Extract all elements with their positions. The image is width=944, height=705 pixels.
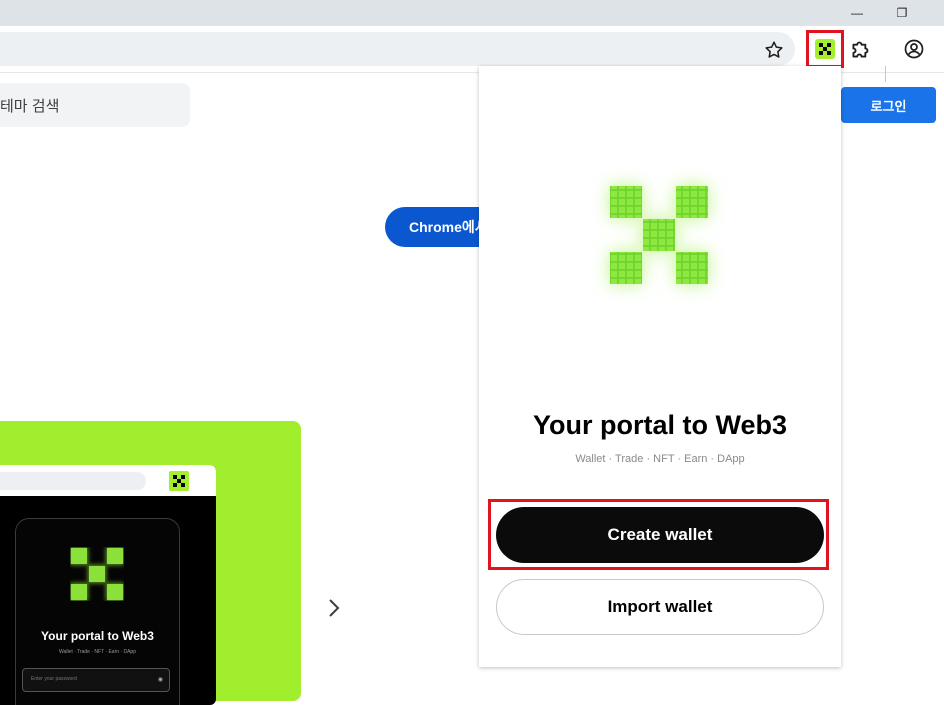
mock-wallet-panel: Your portal to Web3 Wallet · Trade · NFT… [15,518,180,705]
star-icon[interactable] [763,39,785,61]
minimize-icon: — [851,6,863,20]
toolbar-separator [885,66,886,82]
okx-extension-button[interactable] [806,30,844,68]
minimize-button[interactable]: — [837,0,877,26]
window-titlebar: — ❐ [0,0,944,26]
import-wallet-button[interactable]: Import wallet [496,579,824,635]
puzzle-icon[interactable] [848,36,874,62]
mock-password-placeholder: Enter your password [31,676,77,682]
mock-password-input: Enter your password ◉ [22,668,170,692]
promo-screenshot: Your portal to Web3 Wallet · Trade · NFT… [0,465,216,705]
mock-okx-icon [169,471,189,491]
chevron-right-icon[interactable] [324,596,344,620]
okx-extension-icon [815,39,835,59]
search-placeholder: 테마 검색 [0,98,60,115]
login-button[interactable]: 로그인 [841,87,936,123]
address-bar[interactable] [0,32,795,66]
eye-icon: ◉ [157,677,163,683]
create-wallet-button[interactable]: Create wallet [496,507,824,563]
theme-search-input[interactable]: 테마 검색 [0,83,190,127]
mock-browser-bar [0,465,216,496]
profile-icon[interactable] [902,37,926,61]
mock-subtitle: Wallet · Trade · NFT · Earn · DApp [59,649,136,655]
mock-okx-logo-icon [70,547,124,601]
popup-title: Your portal to Web3 [532,410,787,440]
mock-address-bar [0,472,146,490]
restore-icon: ❐ [896,6,908,20]
restore-button[interactable]: ❐ [882,0,922,26]
popup-subtitle: Wallet · Trade · NFT · Earn · DApp [575,453,745,465]
okx-wallet-popup: Your portal to Web3 Wallet · Trade · NFT… [479,66,841,667]
okx-logo-icon [610,186,708,284]
mock-title: Your portal to Web3 [41,629,154,643]
